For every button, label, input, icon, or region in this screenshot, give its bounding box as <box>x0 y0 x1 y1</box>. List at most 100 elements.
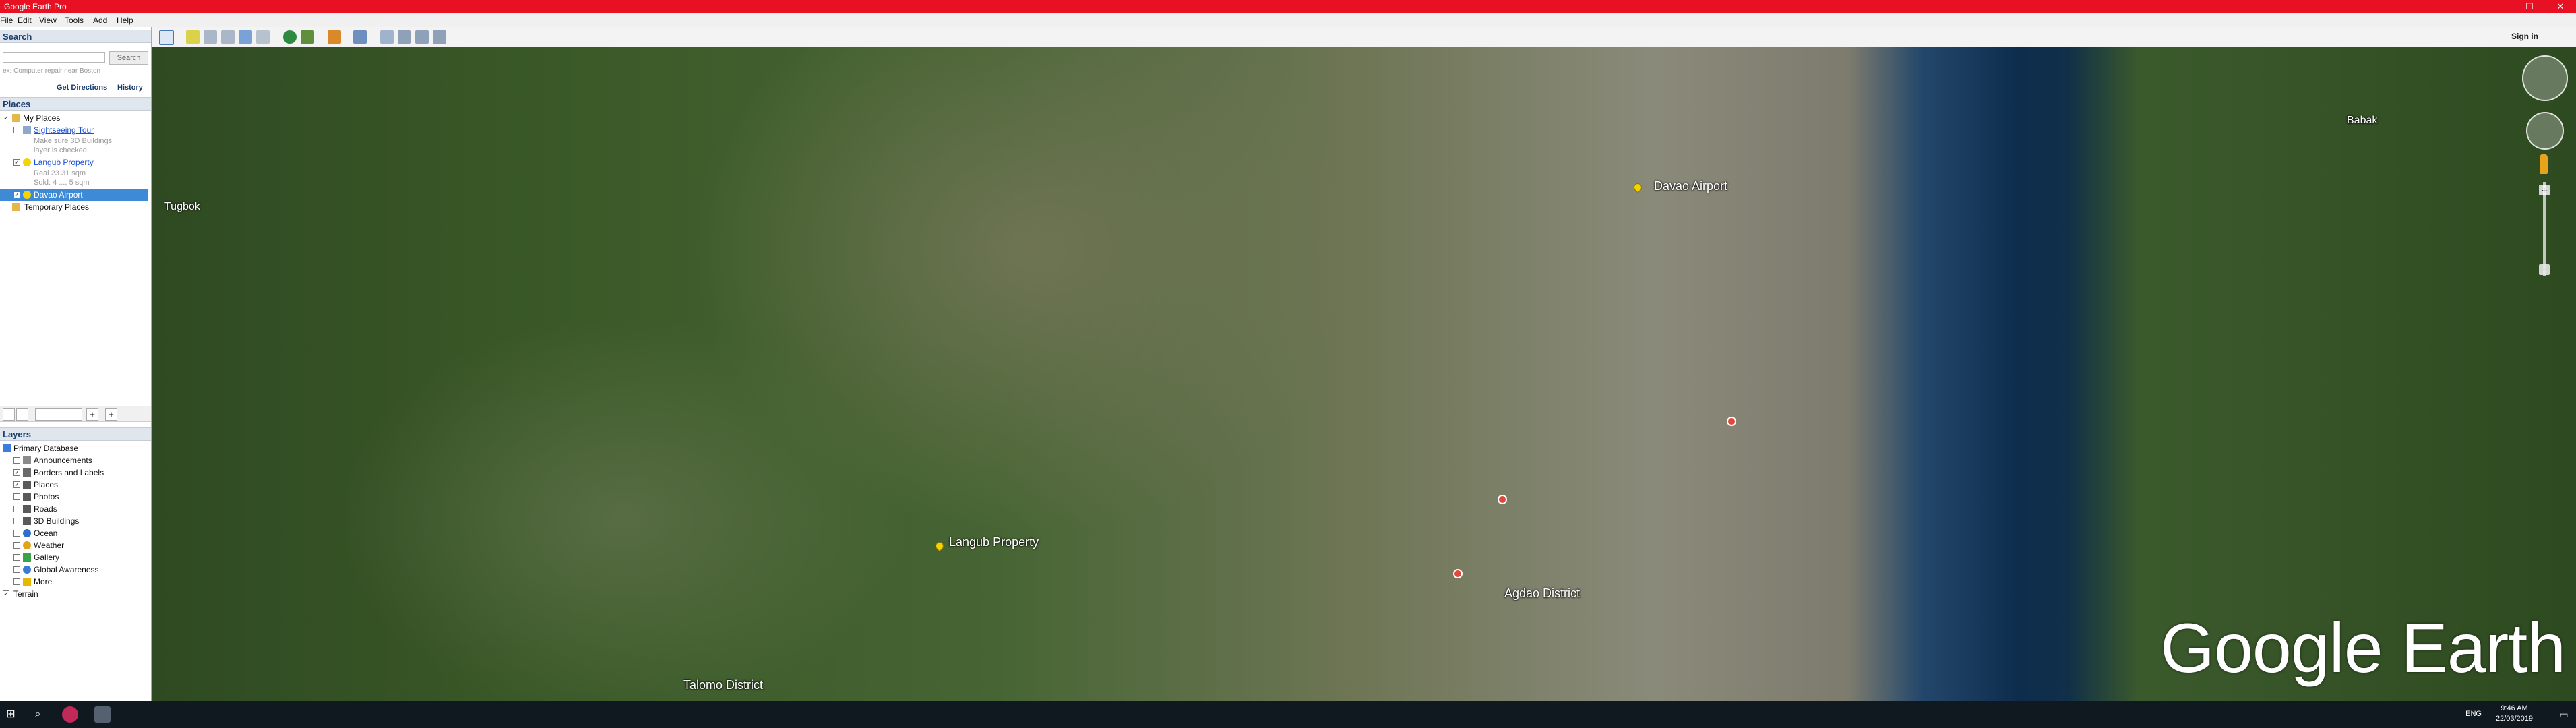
pushpin-icon[interactable] <box>1632 181 1644 195</box>
layer-primary-database[interactable]: Primary Database <box>0 442 148 454</box>
globe-icon <box>3 444 11 452</box>
search-down-icon[interactable]: + <box>86 408 98 421</box>
zoom-out-button[interactable]: − <box>2539 264 2550 275</box>
search-icon[interactable]: ⌕ <box>30 706 46 723</box>
map-label-langub-property: Langub Property <box>949 535 1039 549</box>
place-temporary-places[interactable]: Temporary Places <box>0 201 148 213</box>
pushpin-icon <box>23 191 31 199</box>
sun-icon[interactable] <box>301 30 314 44</box>
toolbar: Sign in <box>151 27 2576 48</box>
record-tour-icon[interactable] <box>256 30 270 44</box>
polygon-icon[interactable] <box>204 30 217 44</box>
panel-toggle-icon[interactable] <box>3 408 15 421</box>
history-link[interactable]: History <box>117 84 143 92</box>
zoom-slider[interactable] <box>2543 182 2546 276</box>
menu-help[interactable]: Help <box>117 16 133 25</box>
look-joystick[interactable] <box>2522 55 2568 101</box>
poi-marker-icon[interactable] <box>1453 569 1463 578</box>
close-button[interactable]: ✕ <box>2545 0 2576 13</box>
pegman-icon[interactable] <box>2540 154 2548 174</box>
map-label-talomo-district: Talomo District <box>683 678 764 692</box>
layer-item[interactable]: ✓ Places <box>0 479 148 491</box>
weather-icon <box>23 541 31 549</box>
system-clock[interactable]: 9:46 AM 22/03/2019 <box>2496 704 2533 724</box>
poi-marker-icon[interactable] <box>1498 495 1507 504</box>
notification-icon[interactable]: ▭ <box>2556 706 2572 723</box>
place-note: Sold: 4 ..., 5 sqm <box>34 179 90 187</box>
layer-item[interactable]: Roads <box>0 503 148 515</box>
map-label-babak: Babak <box>2347 115 2378 126</box>
places-icon <box>23 481 31 489</box>
layers-panel-header[interactable]: Layers <box>0 427 151 441</box>
clock-date: 22/03/2019 <box>2495 715 2533 723</box>
ruler-icon[interactable] <box>353 30 367 44</box>
search-panel-header[interactable]: Search <box>0 30 151 43</box>
google-earth-logo: Google Earth <box>2160 609 2566 688</box>
menu-bar: File Edit View Tools Add Help <box>0 13 2576 28</box>
menu-file[interactable]: File <box>0 16 13 25</box>
borders-icon <box>23 468 31 477</box>
layer-terrain[interactable]: ✓ Terrain <box>0 588 148 600</box>
gallery-icon <box>23 553 31 562</box>
maximize-button[interactable]: ☐ <box>2514 0 2545 13</box>
layer-item[interactable]: Announcements <box>0 454 148 466</box>
google-earth-taskbar-icon[interactable] <box>94 706 111 723</box>
announcement-icon <box>23 456 31 464</box>
planets-icon[interactable] <box>328 30 341 44</box>
place-note: layer is checked <box>34 146 87 154</box>
search-input[interactable] <box>3 52 105 63</box>
places-panel-header[interactable]: Places <box>0 97 151 111</box>
menu-view[interactable]: View <box>39 16 57 25</box>
app-icon[interactable] <box>62 706 78 723</box>
layer-item[interactable]: Ocean <box>0 527 148 539</box>
view-in-maps-icon[interactable] <box>433 30 446 44</box>
menu-add[interactable]: Add <box>93 16 107 25</box>
image-overlay-icon[interactable] <box>239 30 252 44</box>
pushpin-icon[interactable] <box>933 540 946 554</box>
print-icon[interactable] <box>398 30 411 44</box>
placemark-icon[interactable] <box>186 30 200 44</box>
historical-imagery-icon[interactable] <box>283 30 297 44</box>
layer-item[interactable]: Gallery <box>0 551 148 564</box>
place-davao-airport[interactable]: ✓ Davao Airport <box>0 189 148 201</box>
get-directions-link[interactable]: Get Directions <box>57 84 107 92</box>
folder-icon <box>12 203 20 211</box>
layer-item[interactable]: ✓ Borders and Labels <box>0 466 148 479</box>
sign-in-link[interactable]: Sign in <box>2511 32 2538 41</box>
window-title: Google Earth Pro <box>4 2 67 11</box>
layer-item[interactable]: Global Awareness <box>0 564 148 576</box>
poi-marker-icon[interactable] <box>1727 417 1736 426</box>
sidebar: Search Search ex: Computer repair near B… <box>0 27 152 701</box>
roads-icon <box>23 505 31 513</box>
place-my-places[interactable]: ✓ My Places <box>0 112 148 124</box>
map-label-davao-airport: Davao Airport <box>1654 179 1728 193</box>
language-indicator[interactable]: ENG <box>2465 710 2482 718</box>
layer-item[interactable]: 3D Buildings <box>0 515 148 527</box>
search-button[interactable]: Search <box>109 51 148 65</box>
windows-start-icon[interactable]: ⊞ <box>3 706 19 723</box>
path-icon[interactable] <box>221 30 235 44</box>
layer-item[interactable]: Weather <box>0 539 148 551</box>
map-view[interactable]: Davao Airport Langub Property Tugbok Bab… <box>152 47 2576 701</box>
move-joystick[interactable] <box>2526 112 2564 150</box>
layer-item[interactable]: More <box>0 576 148 588</box>
menu-edit[interactable]: Edit <box>18 16 32 25</box>
pushpin-icon <box>23 158 31 166</box>
minimize-button[interactable]: – <box>2483 0 2514 13</box>
title-bar: Google Earth Pro – ☐ ✕ <box>0 0 2576 13</box>
folder-icon <box>12 114 20 122</box>
email-icon[interactable] <box>380 30 394 44</box>
sidebar-toggle-icon[interactable] <box>159 30 174 45</box>
ocean-icon <box>23 529 31 537</box>
more-folder-icon <box>23 578 31 586</box>
layer-item[interactable]: Photos <box>0 491 148 503</box>
save-image-icon[interactable] <box>415 30 429 44</box>
map-label-tugbok: Tugbok <box>164 201 200 212</box>
taskbar: ⊞ ⌕ ENG 9:46 AM 22/03/2019 ▭ <box>0 701 2576 728</box>
view-mode-icon[interactable] <box>16 408 28 421</box>
places-toolbar: + + <box>0 406 151 422</box>
menu-tools[interactable]: Tools <box>65 16 84 25</box>
photos-icon <box>23 493 31 501</box>
places-search-field[interactable] <box>35 408 82 421</box>
add-icon[interactable]: + <box>105 408 117 421</box>
